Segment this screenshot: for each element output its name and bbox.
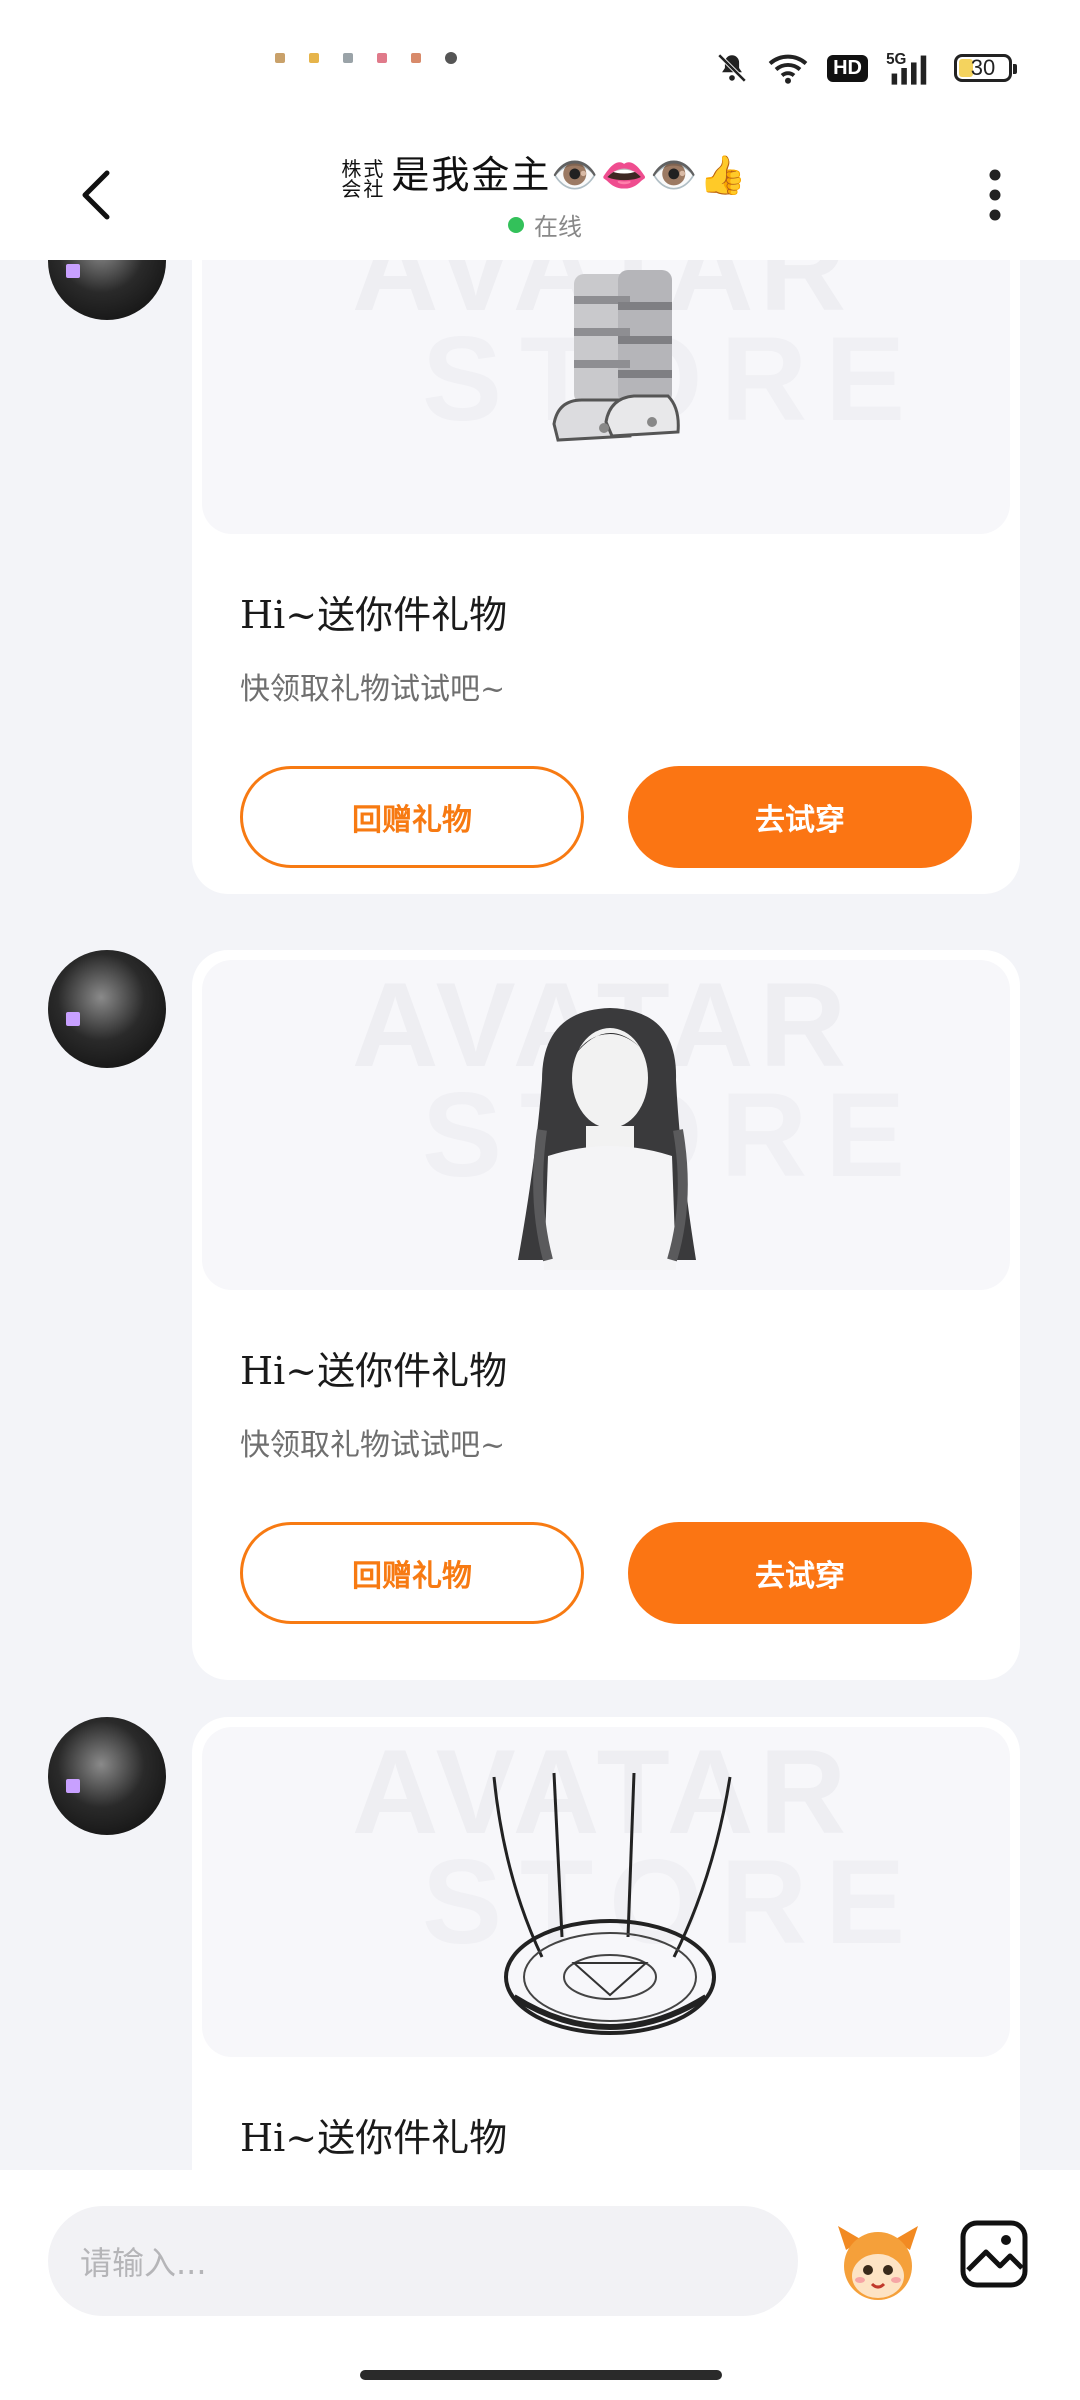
gift-title: Hi~送你件礼物	[240, 2116, 508, 2160]
notification-icon	[377, 53, 387, 63]
try-on-button[interactable]: 去试穿	[628, 1522, 972, 1624]
gift-card: AVATAR STORE Hi~送你件礼物	[192, 1717, 1020, 2170]
gift-item-image[interactable]: AVATAR STORE	[202, 1727, 1010, 2057]
hd-badge: HD	[827, 54, 868, 82]
gift-subtitle: 快领取礼物试试吧~	[240, 1428, 506, 1463]
gift-subtitle: 快领取礼物试试吧~	[240, 672, 506, 707]
sticker-button[interactable]	[832, 2216, 924, 2308]
avatar[interactable]	[48, 950, 166, 1068]
more-vertical-icon	[989, 169, 1001, 221]
gift-title: Hi~送你件礼物	[240, 593, 508, 637]
status-bar: HD 5G 30	[0, 0, 1080, 130]
boots-illustration	[552, 270, 680, 442]
notification-icon	[343, 53, 353, 63]
svg-text:5G: 5G	[886, 51, 906, 68]
online-dot	[508, 216, 524, 233]
chat-title: 株式 会社 是我金主👁️👄👁️👍	[320, 144, 770, 199]
gift-card: AVATAR STORE Hi~送你件礼物 快领取礼物试试吧~ 回赠礼物 去试穿	[192, 950, 1020, 1680]
title-prefix: 株式 会社	[341, 159, 385, 199]
input-placeholder: 请输入...	[80, 2244, 207, 2282]
image-icon	[960, 2220, 1028, 2288]
gift-card: AVATAR STORE Hi~送你	[192, 260, 1020, 894]
title-prefix-bottom: 会社	[341, 176, 386, 201]
magic-circle-illustration	[492, 1772, 732, 2035]
wifi-icon	[768, 54, 808, 84]
mute-icon	[717, 53, 747, 83]
title-main: 是我金主👁️👄👁️👍	[391, 153, 749, 197]
more-notifications-icon	[445, 52, 457, 64]
notification-icon	[411, 53, 421, 63]
gift-item-image[interactable]: AVATAR STORE	[202, 260, 1010, 534]
home-indicator[interactable]	[360, 2370, 722, 2380]
mascot-icon	[838, 2226, 918, 2300]
cellular-signal-icon: 5G	[886, 51, 927, 85]
gift-title: Hi~送你件礼物	[240, 1349, 508, 1393]
notification-icon	[275, 53, 285, 63]
online-status: 在线	[534, 213, 582, 241]
try-on-button[interactable]: 去试穿	[628, 766, 972, 868]
return-gift-button[interactable]: 回赠礼物	[240, 766, 584, 868]
return-gift-button[interactable]: 回赠礼物	[240, 1522, 584, 1624]
message-input[interactable]: 请输入...	[48, 2206, 798, 2316]
long-hair-illustration	[518, 1008, 696, 1270]
battery-icon: 30	[954, 54, 1017, 82]
avatar[interactable]	[48, 1717, 166, 1835]
more-options-button[interactable]	[960, 160, 1030, 230]
chat-title-block: 株式 会社 是我金主👁️👄👁️👍 在线	[320, 144, 770, 242]
back-button[interactable]	[60, 160, 130, 230]
online-indicator: 在线	[320, 207, 770, 242]
image-button[interactable]	[958, 2218, 1030, 2290]
notification-icon	[309, 53, 319, 63]
avatar[interactable]	[48, 260, 166, 320]
chevron-left-icon	[82, 170, 110, 220]
notification-icons	[275, 52, 457, 64]
composer-bar: 请输入...	[0, 2170, 1080, 2400]
message-list[interactable]: AVATAR STORE Hi~送你	[0, 260, 1080, 2170]
gift-item-image[interactable]: AVATAR STORE	[202, 960, 1010, 1290]
chat-header: 株式 会社 是我金主👁️👄👁️👍 在线	[0, 130, 1080, 260]
